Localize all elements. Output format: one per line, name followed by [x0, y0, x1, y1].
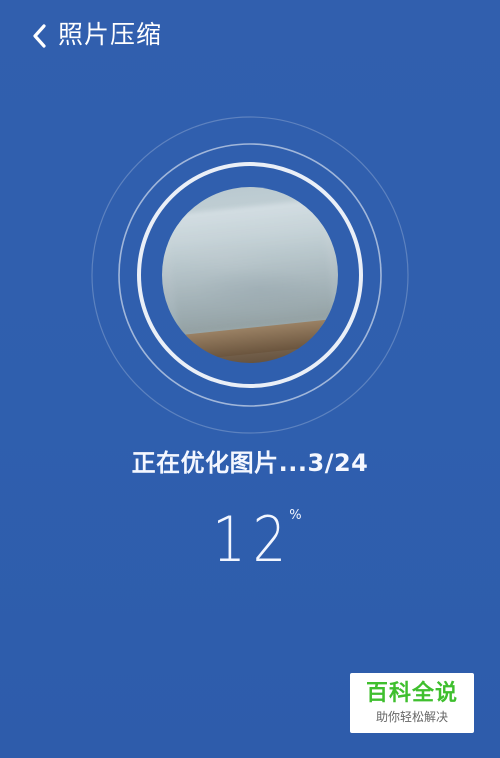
watermark-logo: 百科全说 助你轻松解决 [350, 673, 474, 733]
photo-content [166, 199, 334, 335]
compress-screen: 照片压缩 正在优化图片...3/24 12% 百科全说 助你轻松解决 [0, 0, 500, 758]
percent-value: 12 [212, 503, 294, 576]
watermark-subtitle: 助你轻松解决 [375, 710, 448, 724]
progress-status-text: 正在优化图片...3/24 [131, 449, 369, 477]
photo-thumbnail [162, 187, 338, 363]
top-bar: 照片压缩 [0, 0, 500, 76]
watermark-title: 百科全说 [365, 681, 458, 706]
chevron-left-icon [33, 24, 46, 48]
back-button[interactable] [18, 14, 62, 58]
page-title: 照片压缩 [58, 20, 163, 49]
progress-percent: 12% [0, 500, 500, 580]
